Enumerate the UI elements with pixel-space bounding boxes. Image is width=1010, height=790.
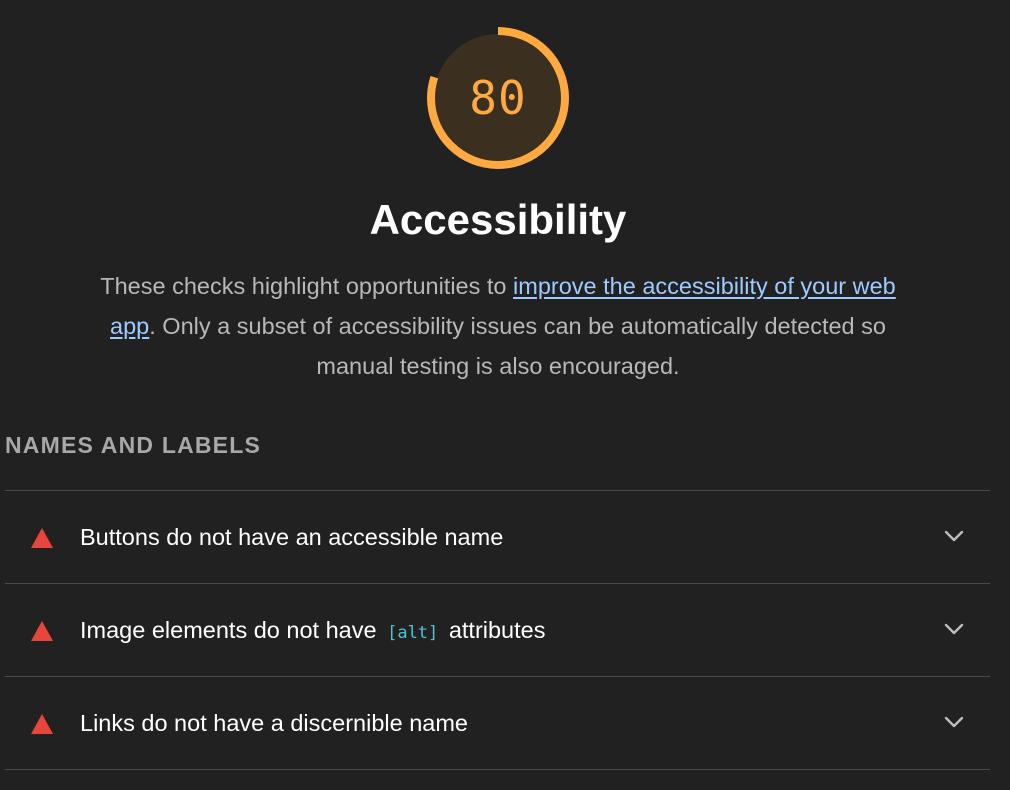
audit-title-text: Image elements do not have [80,617,377,643]
chevron-down-icon[interactable] [943,529,965,543]
audit-title-text: Links do not have a discernible name [80,710,468,736]
warning-triangle-icon [31,528,53,548]
audit-title: Buttons do not have an accessible name [80,491,503,583]
category-title: Accessibility [369,196,627,243]
audit-item-image-alt[interactable]: Image elements do not have [alt] attribu… [5,584,990,677]
score-value: 80 [469,71,527,125]
warning-triangle-icon [31,714,53,734]
warning-triangle-icon [31,621,53,641]
chevron-down-icon[interactable] [943,715,965,729]
category-description: These checks highlight opportunities to … [100,266,896,386]
audit-list: Buttons do not have an accessible name I… [5,490,990,770]
group-title: NAMES AND LABELS [5,432,262,458]
audit-item-button-name[interactable]: Buttons do not have an accessible name [5,491,990,584]
chevron-down-icon[interactable] [943,622,965,636]
score-gauge: 80 [424,24,572,172]
description-text-after: . Only a subset of accessibility issues … [149,313,886,379]
audit-title: Image elements do not have [alt] attribu… [80,584,545,676]
audit-code-alt: [alt] [387,623,439,643]
audit-title-text-after: attributes [448,617,546,643]
audit-item-link-name[interactable]: Links do not have a discernible name [5,677,990,770]
audit-title: Links do not have a discernible name [80,677,468,769]
description-text-before: These checks highlight opportunities to [100,273,514,299]
audit-title-text: Buttons do not have an accessible name [80,524,504,550]
